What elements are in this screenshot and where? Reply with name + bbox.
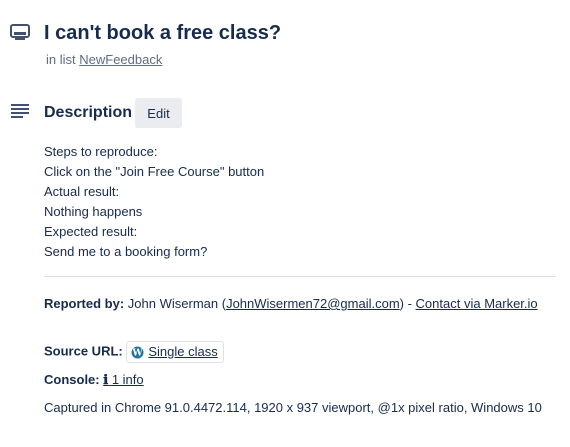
reporter-name: John Wiserman: [127, 296, 219, 311]
description-line: Steps to reproduce:: [44, 144, 158, 159]
list-prefix: in list: [46, 52, 76, 67]
description-line: Click on the "Join Free Course" button: [44, 164, 265, 179]
description-lines-icon: [11, 104, 29, 118]
source-link[interactable]: W Single class: [126, 341, 224, 363]
description-body: Steps to reproduce: Click on the "Join F…: [44, 142, 556, 262]
info-icon: ℹ: [103, 373, 109, 388]
console-info-label: 1 info: [111, 372, 144, 387]
description-line: Send me to a booking form?: [44, 244, 208, 259]
reporter-email-link[interactable]: JohnWisermen72@gmail.com: [226, 296, 400, 311]
description-line: Expected result:: [44, 224, 138, 239]
list-link[interactable]: NewFeedback: [79, 52, 162, 67]
card-icon: [10, 24, 30, 40]
contact-link[interactable]: Contact via Marker.io: [416, 296, 538, 311]
svg-text:W: W: [132, 348, 144, 358]
console-info-link[interactable]: ℹ 1 info: [103, 372, 144, 388]
reported-by: Reported by: John Wiserman (JohnWisermen…: [44, 296, 538, 311]
description-line: Nothing happens: [44, 204, 143, 219]
description-line: Actual result:: [44, 184, 120, 199]
description-heading: Description: [44, 104, 133, 121]
card-title: I can't book a free class?: [44, 22, 282, 44]
wordpress-icon: W: [131, 346, 144, 359]
divider: [44, 276, 556, 277]
source-label: Source URL:: [44, 343, 123, 359]
source-url: Source URL: W Single class: [44, 341, 564, 363]
edit-description-button[interactable]: Edit: [135, 98, 182, 128]
console-label: Console:: [44, 372, 100, 387]
source-link-label: Single class: [148, 344, 218, 359]
reported-label: Reported by:: [44, 296, 125, 311]
console: Console: ℹ 1 info: [44, 370, 564, 391]
captured-info: Captured in Chrome 91.0.4472.114, 1920 x…: [44, 400, 542, 415]
list-info: in list NewFeedback: [46, 51, 162, 69]
